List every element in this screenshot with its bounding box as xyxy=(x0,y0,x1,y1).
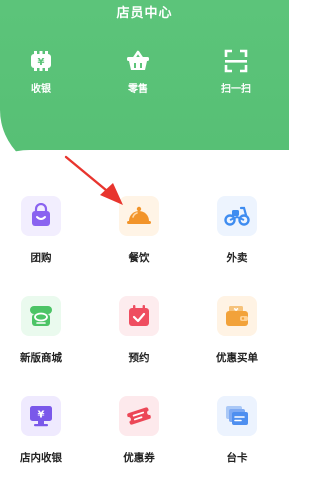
scooter-icon xyxy=(224,206,250,226)
dining-icon-box xyxy=(119,196,159,236)
menu-item-label: 台卡 xyxy=(226,452,248,464)
coupon-ticket-icon xyxy=(126,407,152,425)
menu-item-new-store[interactable]: 新版商城 xyxy=(1,296,81,365)
quick-action-cashier[interactable]: ¥ 收银 xyxy=(9,48,73,104)
cards-stack-icon xyxy=(226,406,248,425)
group-buy-bag-icon xyxy=(32,203,50,226)
quick-action-label: 收银 xyxy=(31,84,51,95)
menu-item-table-card[interactable]: 台卡 xyxy=(197,396,277,465)
in-store-cashier-icon-box: ¥ xyxy=(21,396,61,436)
menu-item-label: 外卖 xyxy=(226,252,248,264)
menu-item-in-store-cashier[interactable]: ¥ 店内收银 xyxy=(1,396,81,465)
menu-item-label: 新版商城 xyxy=(20,352,62,364)
menu-item-group-buy[interactable]: 团购 xyxy=(1,196,81,265)
menu-item-delivery[interactable]: 外卖 xyxy=(197,196,277,265)
group-buy-icon-box xyxy=(21,196,61,236)
store-icon-box xyxy=(21,296,61,336)
table-card-icon-box xyxy=(217,396,257,436)
quick-action-scan[interactable]: 扫一扫 xyxy=(204,48,268,104)
menu-item-booking[interactable]: 预约 xyxy=(99,296,179,365)
staff-center-page: 店员中心 ¥ 收银 零售 扫一扫 团购 餐饮 外卖 新版商城 预约 优惠买单 ¥… xyxy=(0,0,289,494)
calendar-check-icon xyxy=(129,305,149,326)
quick-action-label: 零售 xyxy=(128,84,148,95)
menu-item-label: 餐饮 xyxy=(128,252,150,264)
menu-item-coupon[interactable]: 优惠券 xyxy=(99,396,179,465)
monitor-yen-icon: ¥ xyxy=(30,406,52,427)
basket-icon xyxy=(127,50,149,70)
menu-item-label: 优惠买单 xyxy=(216,352,258,364)
header-banner: 店员中心 ¥ 收银 零售 扫一扫 xyxy=(0,0,289,175)
svg-text:¥: ¥ xyxy=(38,57,45,68)
booking-icon-box xyxy=(119,296,159,336)
page-title: 店员中心 xyxy=(116,6,173,21)
svg-text:¥: ¥ xyxy=(38,410,45,421)
discount-pay-icon-box: ¥ xyxy=(217,296,257,336)
scan-icon xyxy=(224,49,248,73)
quick-action-label: 扫一扫 xyxy=(221,84,251,95)
wallet-icon: ¥ xyxy=(226,306,248,326)
store-icon xyxy=(30,306,52,326)
menu-item-label: 优惠券 xyxy=(123,452,155,464)
menu-item-label: 店内收银 xyxy=(20,452,62,464)
cloche-icon xyxy=(127,206,151,224)
menu-item-dining[interactable]: 餐饮 xyxy=(99,196,179,265)
menu-item-label: 团购 xyxy=(30,252,52,264)
quick-action-retail[interactable]: 零售 xyxy=(106,48,170,104)
menu-item-label: 预约 xyxy=(128,352,150,364)
coupon-icon-box xyxy=(119,396,159,436)
cashier-icon: ¥ xyxy=(31,51,51,71)
menu-item-discount-pay[interactable]: ¥ 优惠买单 xyxy=(197,296,277,365)
delivery-icon-box xyxy=(217,196,257,236)
